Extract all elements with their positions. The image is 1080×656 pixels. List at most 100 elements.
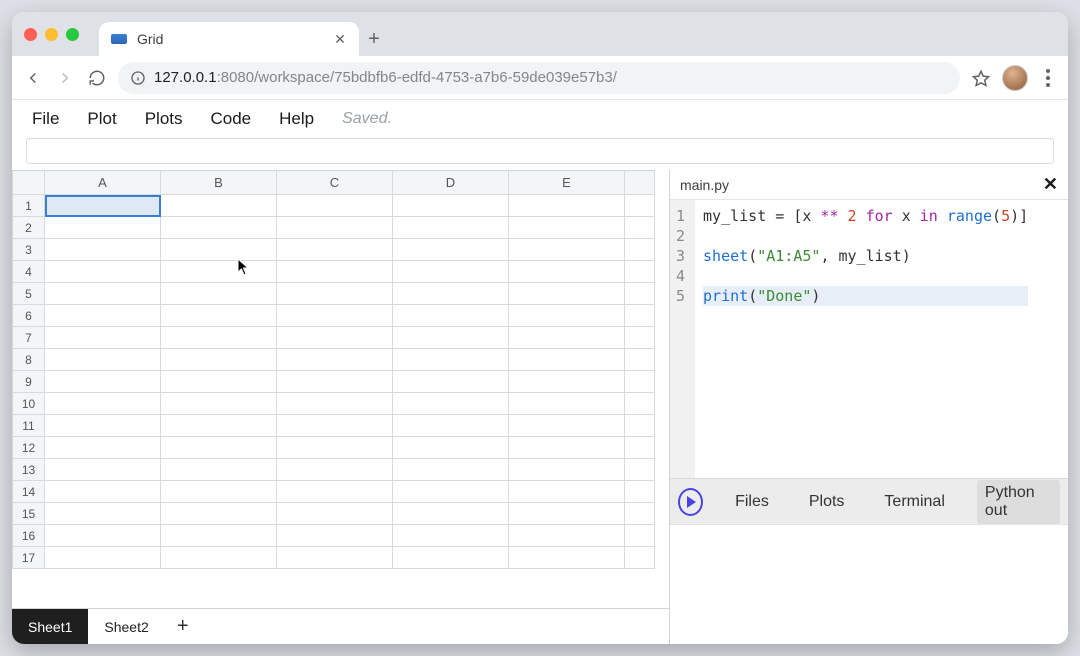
cell[interactable] bbox=[277, 547, 393, 569]
cell[interactable] bbox=[625, 261, 655, 283]
cell[interactable] bbox=[393, 525, 509, 547]
row-header[interactable]: 17 bbox=[13, 547, 45, 569]
menu-help[interactable]: Help bbox=[279, 109, 314, 129]
cell[interactable] bbox=[509, 305, 625, 327]
cell[interactable] bbox=[393, 217, 509, 239]
cell[interactable] bbox=[45, 327, 161, 349]
row-header[interactable]: 7 bbox=[13, 327, 45, 349]
cell[interactable] bbox=[509, 327, 625, 349]
panel-tab-terminal[interactable]: Terminal bbox=[876, 489, 952, 515]
cell[interactable] bbox=[393, 503, 509, 525]
row-header[interactable]: 13 bbox=[13, 459, 45, 481]
cell[interactable] bbox=[45, 525, 161, 547]
cell[interactable] bbox=[393, 305, 509, 327]
cell[interactable] bbox=[625, 525, 655, 547]
cell[interactable] bbox=[393, 195, 509, 217]
cell[interactable] bbox=[277, 217, 393, 239]
select-all-corner[interactable] bbox=[13, 171, 45, 195]
cell[interactable] bbox=[393, 415, 509, 437]
menu-file[interactable]: File bbox=[32, 109, 59, 129]
cell[interactable] bbox=[625, 437, 655, 459]
cell[interactable] bbox=[509, 349, 625, 371]
cell[interactable] bbox=[45, 547, 161, 569]
row-header[interactable]: 15 bbox=[13, 503, 45, 525]
panel-tab-files[interactable]: Files bbox=[727, 489, 777, 515]
row-header[interactable]: 9 bbox=[13, 371, 45, 393]
row-header[interactable]: 16 bbox=[13, 525, 45, 547]
cell[interactable] bbox=[625, 327, 655, 349]
profile-avatar[interactable] bbox=[1002, 65, 1028, 91]
row-header[interactable]: 6 bbox=[13, 305, 45, 327]
cell[interactable] bbox=[45, 349, 161, 371]
cell[interactable] bbox=[161, 283, 277, 305]
cell[interactable] bbox=[625, 481, 655, 503]
cell[interactable] bbox=[277, 195, 393, 217]
cell[interactable] bbox=[45, 393, 161, 415]
cell[interactable] bbox=[277, 305, 393, 327]
cell[interactable] bbox=[625, 305, 655, 327]
cell[interactable] bbox=[277, 349, 393, 371]
row-header[interactable]: 4 bbox=[13, 261, 45, 283]
cell[interactable] bbox=[45, 195, 161, 217]
cell[interactable] bbox=[161, 195, 277, 217]
maximize-window-button[interactable] bbox=[66, 28, 79, 41]
cell[interactable] bbox=[45, 305, 161, 327]
spreadsheet-grid[interactable]: ABCDE 1234567891011121314151617 bbox=[12, 170, 669, 608]
minimize-window-button[interactable] bbox=[45, 28, 58, 41]
cell[interactable] bbox=[625, 217, 655, 239]
row-header[interactable]: 5 bbox=[13, 283, 45, 305]
cell[interactable] bbox=[509, 261, 625, 283]
menu-code[interactable]: Code bbox=[211, 109, 252, 129]
back-button[interactable] bbox=[22, 67, 44, 89]
cell[interactable] bbox=[625, 283, 655, 305]
column-header[interactable] bbox=[625, 171, 655, 195]
row-header[interactable]: 2 bbox=[13, 217, 45, 239]
menu-plot[interactable]: Plot bbox=[87, 109, 116, 129]
cell[interactable] bbox=[509, 481, 625, 503]
site-info-icon[interactable] bbox=[130, 70, 146, 86]
cell[interactable] bbox=[161, 217, 277, 239]
cell[interactable] bbox=[161, 349, 277, 371]
cell[interactable] bbox=[509, 459, 625, 481]
cell[interactable] bbox=[625, 459, 655, 481]
column-header[interactable]: A bbox=[45, 171, 161, 195]
cell[interactable] bbox=[45, 217, 161, 239]
column-header[interactable]: B bbox=[161, 171, 277, 195]
cell[interactable] bbox=[509, 195, 625, 217]
cell[interactable] bbox=[625, 371, 655, 393]
forward-button[interactable] bbox=[54, 67, 76, 89]
cell[interactable] bbox=[393, 393, 509, 415]
cell[interactable] bbox=[393, 261, 509, 283]
cell[interactable] bbox=[277, 371, 393, 393]
cell[interactable] bbox=[45, 283, 161, 305]
cell[interactable] bbox=[625, 239, 655, 261]
cell[interactable] bbox=[45, 415, 161, 437]
run-button[interactable] bbox=[678, 488, 703, 516]
cell[interactable] bbox=[161, 371, 277, 393]
sheet-tab[interactable]: Sheet1 bbox=[12, 609, 88, 644]
formula-bar[interactable] bbox=[26, 138, 1054, 164]
cell[interactable] bbox=[45, 437, 161, 459]
row-header[interactable]: 8 bbox=[13, 349, 45, 371]
cell[interactable] bbox=[277, 327, 393, 349]
cell[interactable] bbox=[509, 283, 625, 305]
row-header[interactable]: 3 bbox=[13, 239, 45, 261]
cell[interactable] bbox=[625, 415, 655, 437]
row-header[interactable]: 10 bbox=[13, 393, 45, 415]
code-editor[interactable]: 1 2 3 4 5 my_list = [x ** 2 for x in ran… bbox=[670, 200, 1068, 478]
row-header[interactable]: 1 bbox=[13, 195, 45, 217]
cell[interactable] bbox=[509, 503, 625, 525]
cell[interactable] bbox=[625, 393, 655, 415]
cell[interactable] bbox=[45, 459, 161, 481]
cell[interactable] bbox=[625, 503, 655, 525]
panel-tab-python-out[interactable]: Python out bbox=[977, 480, 1060, 524]
add-sheet-button[interactable]: + bbox=[165, 609, 201, 644]
close-window-button[interactable] bbox=[24, 28, 37, 41]
cell[interactable] bbox=[625, 195, 655, 217]
cell[interactable] bbox=[393, 239, 509, 261]
cell[interactable] bbox=[509, 393, 625, 415]
cell[interactable] bbox=[45, 503, 161, 525]
cell[interactable] bbox=[509, 415, 625, 437]
cell[interactable] bbox=[277, 283, 393, 305]
address-bar[interactable]: 127.0.0.1:8080/workspace/75bdbfb6-edfd-4… bbox=[118, 62, 960, 94]
